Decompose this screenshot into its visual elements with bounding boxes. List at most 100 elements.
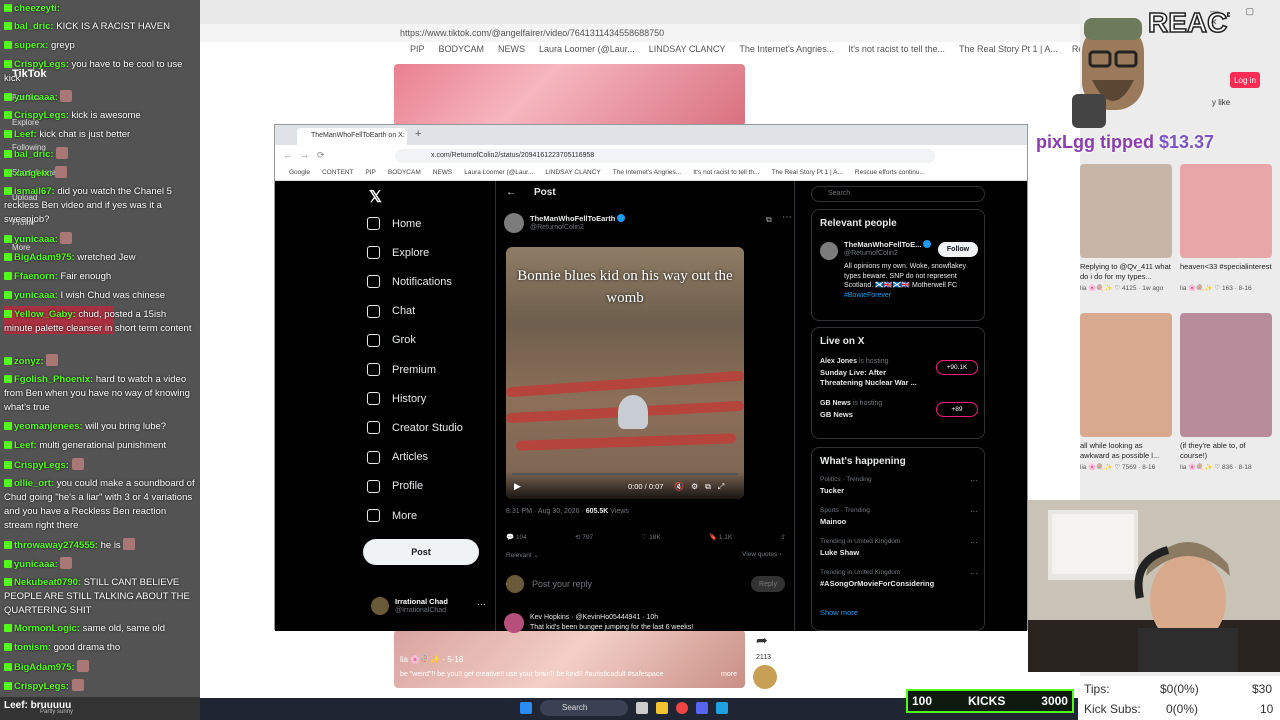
chat-username[interactable]: Fgolish_Phoenix: [14, 374, 96, 385]
post-action[interactable]: ⟲ 797 [575, 533, 593, 541]
bookmark-item[interactable]: PIP [365, 169, 375, 180]
bookmark-item[interactable]: Laura Loomer (@Laur... [464, 169, 533, 180]
tiktok-address-bar[interactable]: https://www.tiktok.com/@angelfairer/vide… [200, 24, 1080, 42]
x-tab[interactable]: TheManWhoFellToEarth on X: "I... [297, 128, 407, 145]
chat-username[interactable]: zonyz: [14, 356, 46, 367]
grok-icon[interactable]: ⧉ [766, 215, 772, 225]
nav-more[interactable]: More [367, 509, 417, 522]
chat-username[interactable]: superx: [14, 40, 51, 51]
more-icon[interactable]: ⋯ [970, 569, 978, 578]
chat-username[interactable]: Leef: [14, 440, 39, 451]
discord-icon[interactable] [696, 702, 708, 714]
chat-username[interactable]: MormonLogic: [14, 623, 83, 634]
chat-username[interactable]: tomism: [14, 642, 54, 653]
avatar[interactable] [820, 242, 838, 260]
video-thumbnail[interactable] [1180, 164, 1272, 258]
more-icon[interactable]: ⋯ [477, 599, 486, 610]
chat-username[interactable]: yunicaaa: [14, 559, 60, 570]
chat-username[interactable]: Yellow_Gaby: [14, 309, 78, 320]
taskbar-search[interactable]: Search [540, 700, 628, 716]
trend-name[interactable]: #ASongOrMovieForConsidering [820, 579, 934, 588]
chat-username[interactable]: ismail67: [14, 186, 57, 197]
post-action[interactable]: 🔖 1.1K [709, 533, 732, 541]
bookmark-item[interactable]: It's not racist to tell th... [693, 169, 759, 180]
more-icon[interactable]: ⋯ [782, 212, 792, 223]
tiktok-video-top[interactable] [394, 64, 745, 126]
chat-username[interactable]: xangelx: [14, 168, 55, 179]
video-progress[interactable] [512, 473, 738, 475]
chat-username[interactable]: ollie_ort: [14, 478, 57, 489]
video-player[interactable]: Bonnie blues kid on his way out the womb… [506, 247, 744, 499]
avatar[interactable] [753, 665, 777, 689]
video-thumbnail[interactable] [1080, 164, 1172, 258]
chat-username[interactable]: Leef: [14, 129, 39, 140]
login-button[interactable]: Log in [1230, 72, 1260, 88]
bookmark-item[interactable]: Google [289, 169, 310, 180]
more-icon[interactable]: ⋯ [970, 476, 978, 485]
bookmark-item[interactable]: The Internet's Angries... [613, 169, 681, 180]
live-host[interactable]: Alex Jones is hosting [820, 358, 889, 365]
chat-username[interactable]: throwaway274555: [14, 540, 101, 551]
nav-chat[interactable]: Chat [367, 304, 415, 318]
file-explorer-icon[interactable] [656, 702, 668, 714]
avatar[interactable] [504, 613, 524, 633]
chat-username[interactable]: yunicaaa: [14, 290, 60, 301]
bookmark-item[interactable]: BODYCAM [439, 44, 485, 58]
chat-username[interactable]: BigAdam975: [14, 662, 77, 673]
nav-grok[interactable]: Grok [367, 333, 416, 347]
x-address-bar[interactable]: x.com/ReturnofColin2/status/209416122370… [395, 149, 935, 163]
video-caption[interactable]: Replying to @Qv_411 what do i do for my … [1080, 262, 1174, 282]
video-thumbnail[interactable] [1080, 313, 1172, 437]
chat-username[interactable]: Nekubeat0790: [14, 577, 84, 588]
chat-username[interactable]: Ffaenorn: [14, 271, 60, 282]
trend-name[interactable]: Mainoo [820, 517, 846, 526]
chat-username[interactable]: CrispyLegs: [14, 110, 72, 121]
sort-dropdown[interactable]: Relevant ⌄ [506, 551, 539, 559]
chat-username[interactable]: CrispyLegs: [14, 59, 72, 70]
bookmark-item[interactable]: NEWS [498, 44, 525, 58]
chat-username[interactable]: CrispyLegs: [14, 681, 72, 692]
show-more-link[interactable]: Show more [820, 608, 858, 617]
bookmark-item[interactable]: It's not racist to tell the... [848, 44, 945, 58]
chat-username[interactable]: yeomanjenees: [14, 421, 85, 432]
chat-username[interactable]: bal_dric: [14, 149, 56, 160]
search-input[interactable]: Search [811, 186, 985, 202]
nav-creator-studio[interactable]: Creator Studio [367, 421, 463, 435]
nav-profile[interactable]: Profile [367, 479, 423, 493]
nav-notifications[interactable]: Notifications [367, 275, 452, 289]
post-action[interactable]: ♡ 18K [641, 533, 660, 541]
share-icon[interactable]: ➦ [756, 632, 768, 649]
listener-badge[interactable]: +89 [936, 402, 978, 417]
new-tab-icon[interactable]: + [415, 128, 421, 140]
bookmark-item[interactable]: The Internet's Angries... [739, 44, 834, 58]
post-action[interactable]: 💬 104 [506, 533, 527, 541]
nav-arrows-icon[interactable]: ←→⟳ [283, 150, 333, 161]
video-caption[interactable]: heaven<33 #specialinterest [1180, 262, 1274, 272]
reply-input[interactable]: Post your reply [532, 579, 592, 589]
bookmark-item[interactable]: CONTENT [322, 169, 353, 180]
bookmark-item[interactable]: NEWS [433, 169, 453, 180]
bookmark-item[interactable]: LINDSAY CLANCY [649, 44, 726, 58]
chat-username[interactable]: cheezeyti: [14, 3, 60, 14]
post-button[interactable]: Post [363, 539, 479, 565]
task-view-icon[interactable] [636, 702, 648, 714]
reply-button[interactable]: Reply [751, 576, 785, 592]
follow-button[interactable]: Follow [938, 242, 978, 257]
reply-author[interactable]: Kev Hopkins · @KevinHo05444941 · 10h [530, 614, 658, 621]
bookmark-item[interactable]: The Real Story Pt 1 | A... [771, 169, 842, 180]
chat-username[interactable]: BigAdam975: [14, 252, 77, 263]
view-quotes-link[interactable]: View quotes › [742, 551, 781, 558]
live-host[interactable]: GB News is hosting [820, 400, 882, 407]
video-thumbnail[interactable] [1180, 313, 1272, 437]
back-arrow-icon[interactable]: ← [506, 187, 516, 198]
start-icon[interactable] [520, 702, 532, 714]
tiktok-tab-strip[interactable] [200, 0, 1080, 24]
bookmark-item[interactable]: BODYCAM [388, 169, 421, 180]
video-control-icons[interactable]: 🔇⚙⧉⤢ [674, 482, 731, 492]
more-icon[interactable]: ⋯ [970, 538, 978, 547]
bookmark-item[interactable]: The Real Story Pt 1 | A... [959, 44, 1058, 58]
tiktok-video-bottom[interactable]: lia 🌸🍭✨ · 5-18 be "weird"!! be you!! get… [394, 630, 745, 688]
chat-username[interactable]: bal_dric: [14, 21, 56, 32]
author-name[interactable]: TheManWhoFellToEarth [530, 214, 626, 223]
chat-username[interactable]: yunicaaa: [14, 234, 60, 245]
